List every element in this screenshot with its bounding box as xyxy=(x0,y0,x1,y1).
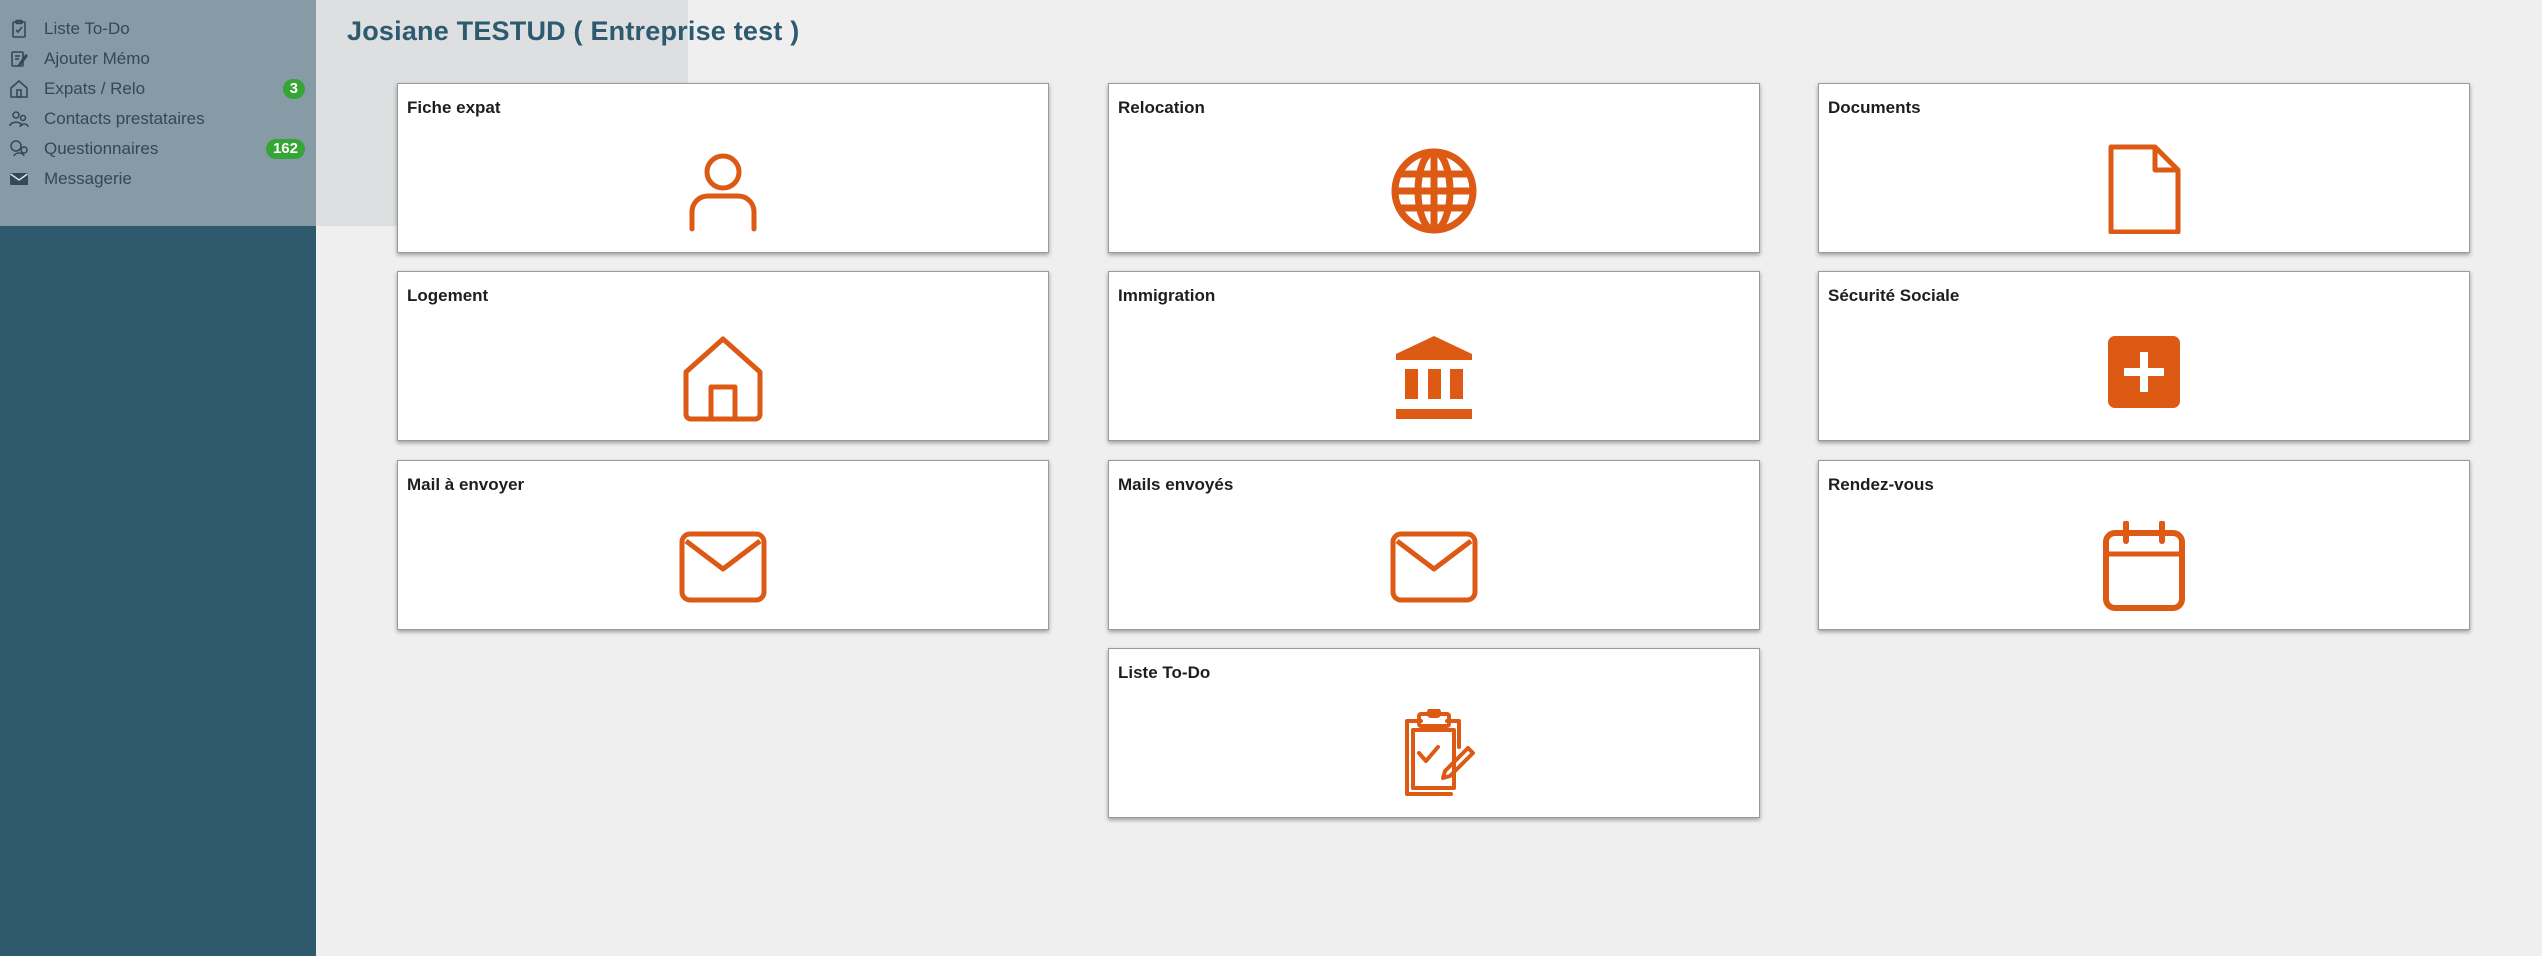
expats-count-badge: 3 xyxy=(282,79,305,99)
questionnaire-icon xyxy=(9,139,29,159)
card-relocation[interactable]: Relocation xyxy=(1108,83,1760,253)
sidebar-item-contacts-prestataires[interactable]: Contacts prestataires xyxy=(0,104,316,134)
card-title: Mail à envoyer xyxy=(407,475,525,494)
envelope-icon xyxy=(9,169,29,189)
sidebar-item-label: Liste To-Do xyxy=(44,19,130,38)
card-title: Logement xyxy=(407,286,489,305)
clipboard-check-icon xyxy=(9,19,29,39)
medical-plus-icon xyxy=(2099,332,2189,422)
card-title: Sécurité Sociale xyxy=(1828,286,1960,305)
sidebar-item-messagerie[interactable]: Messagerie xyxy=(0,164,316,194)
card-title: Rendez-vous xyxy=(1828,475,1934,494)
memo-edit-icon xyxy=(9,49,29,69)
sidebar-item-label: Contacts prestataires xyxy=(44,109,205,128)
page-title: Josiane TESTUD ( Entreprise test ) xyxy=(347,16,800,46)
clipboard-check-icon xyxy=(1389,708,1479,799)
card-mail-a-envoyer[interactable]: Mail à envoyer xyxy=(397,460,1049,630)
sidebar-item-liste-todo[interactable]: Liste To-Do xyxy=(0,14,316,44)
card-title: Documents xyxy=(1828,98,1921,117)
card-immigration[interactable]: Immigration xyxy=(1108,271,1760,441)
document-icon xyxy=(2099,144,2189,235)
sidebar-item-label: Messagerie xyxy=(44,169,132,188)
house-icon xyxy=(678,332,768,422)
sidebar-item-ajouter-memo[interactable]: Ajouter Mémo xyxy=(0,44,316,74)
contacts-icon xyxy=(9,109,29,129)
sidebar-item-label: Ajouter Mémo xyxy=(44,49,150,68)
envelope-icon xyxy=(678,521,768,611)
sidebar-item-questionnaires[interactable]: Questionnaires 162 xyxy=(0,134,316,164)
card-title: Liste To-Do xyxy=(1118,663,1211,682)
sidebar-item-label: Expats / Relo xyxy=(44,79,146,98)
card-liste-todo[interactable]: Liste To-Do xyxy=(1108,648,1760,818)
card-securite-sociale[interactable]: Sécurité Sociale xyxy=(1818,271,2470,441)
card-title: Mails envoyés xyxy=(1118,475,1234,494)
calendar-icon xyxy=(2099,520,2189,611)
card-title: Fiche expat xyxy=(407,98,501,117)
questionnaires-count-badge: 162 xyxy=(265,139,305,159)
card-mails-envoyes[interactable]: Mails envoyés xyxy=(1108,460,1760,630)
sidebar-item-label: Questionnaires xyxy=(44,139,159,158)
person-icon xyxy=(678,144,768,234)
card-rendez-vous[interactable]: Rendez-vous xyxy=(1818,460,2470,630)
house-icon xyxy=(9,79,29,99)
sidebar-item-expats-relo[interactable]: Expats / Relo 3 xyxy=(0,74,316,104)
card-title: Immigration xyxy=(1118,286,1216,305)
institution-icon xyxy=(1389,332,1479,422)
envelope-icon xyxy=(1389,521,1479,611)
card-documents[interactable]: Documents xyxy=(1818,83,2470,253)
globe-icon xyxy=(1389,144,1479,234)
card-logement[interactable]: Logement xyxy=(397,271,1049,441)
card-fiche-expat[interactable]: Fiche expat xyxy=(397,83,1049,253)
card-title: Relocation xyxy=(1118,98,1205,117)
sidebar-menu: Liste To-Do Ajouter Mémo Expats / Relo 3… xyxy=(0,14,316,194)
